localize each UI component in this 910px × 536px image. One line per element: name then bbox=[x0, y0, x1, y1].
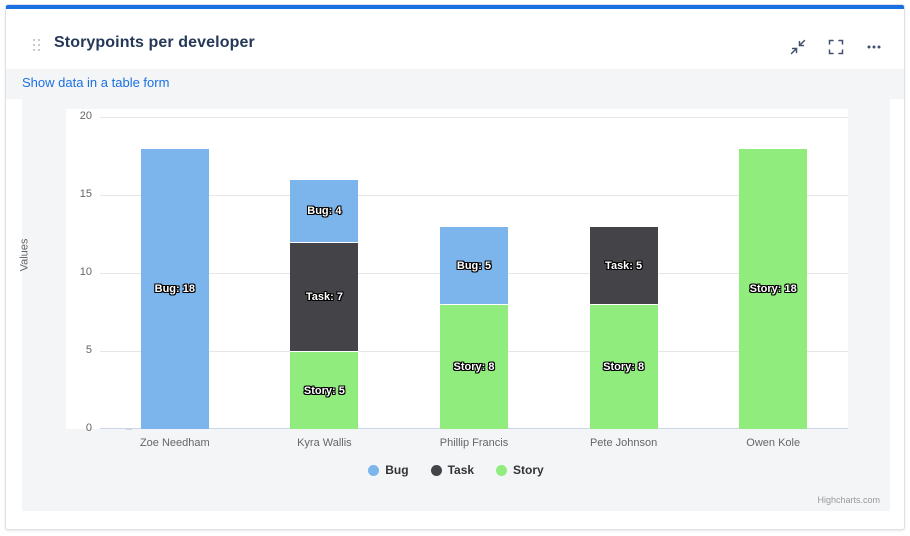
bar-segment[interactable]: Task: 5 bbox=[589, 226, 658, 305]
legend-label: Bug bbox=[385, 463, 409, 477]
legend-marker-icon bbox=[430, 464, 442, 476]
bar-column: Story: 8 Bug: 5 bbox=[440, 117, 508, 429]
show-data-table-link[interactable]: Show data in a table form bbox=[22, 75, 169, 90]
y-axis-tick-label: 20 bbox=[79, 110, 92, 122]
x-axis-label: Pete Johnson bbox=[589, 437, 658, 449]
table-link-bar: Show data in a table form bbox=[6, 69, 904, 99]
y-axis-tick-label: 10 bbox=[79, 266, 92, 278]
highcharts-credits[interactable]: Highcharts.com bbox=[817, 495, 880, 505]
y-axis-ticks: 0 5 10 15 20 bbox=[56, 110, 132, 434]
plot-area: Bug: 18 Story: 5 Task: 7 Bug: 4 Story: 8 Bug:… bbox=[100, 117, 848, 429]
bar-column: Story: 18 bbox=[739, 117, 808, 429]
bar-segment[interactable]: Story: 8 bbox=[440, 304, 508, 429]
chart-card: Storypoints per developer Show data in a… bbox=[5, 4, 905, 530]
x-axis-label: Owen Kole bbox=[746, 437, 801, 449]
x-axis-label: Phillip Francis bbox=[439, 437, 509, 449]
chart-legend: Bug Task Story bbox=[22, 463, 890, 477]
bar-segment[interactable]: Bug: 4 bbox=[290, 179, 359, 242]
more-options-icon[interactable] bbox=[860, 33, 888, 61]
y-axis-tick-mark bbox=[126, 429, 132, 430]
bar-data-label: Story: 8 bbox=[453, 361, 495, 374]
bar-data-label: Bug: 18 bbox=[154, 283, 195, 296]
legend-label: Story bbox=[513, 463, 544, 477]
x-axis-label: Zoe Needham bbox=[139, 437, 210, 449]
legend-label: Task bbox=[447, 463, 475, 477]
drag-dots-icon[interactable] bbox=[33, 39, 41, 52]
bar-data-label: Story: 8 bbox=[603, 361, 645, 374]
bar-column: Bug: 18 bbox=[140, 117, 209, 429]
bar-segment[interactable]: Story: 8 bbox=[589, 304, 658, 429]
legend-item[interactable]: Bug bbox=[368, 463, 409, 477]
bar-column: Story: 8 Task: 5 bbox=[589, 117, 658, 429]
chart-container: Values 0 5 10 15 20 Bug: 18 Story: 5 Task: 7 Bu… bbox=[18, 99, 890, 511]
bar-segment[interactable]: Story: 18 bbox=[739, 148, 808, 429]
bar-segment[interactable]: Bug: 5 bbox=[440, 226, 508, 305]
header-actions bbox=[784, 33, 888, 61]
y-axis-title: Values bbox=[18, 238, 31, 272]
bar-data-label: Task: 5 bbox=[605, 259, 643, 272]
fullscreen-icon[interactable] bbox=[822, 33, 850, 61]
y-axis-tick-label: 15 bbox=[79, 188, 92, 200]
bar-data-label: Bug: 4 bbox=[307, 205, 342, 218]
bar-segment[interactable]: Bug: 18 bbox=[140, 148, 209, 429]
legend-marker-icon bbox=[368, 464, 380, 476]
bar-data-label: Story: 5 bbox=[303, 384, 345, 397]
legend-marker-icon bbox=[496, 464, 508, 476]
bar-data-label: Task: 7 bbox=[305, 290, 343, 303]
page-title: Storypoints per developer bbox=[54, 34, 255, 51]
y-axis-tick-label: 0 bbox=[85, 422, 92, 434]
bar-data-label: Bug: 5 bbox=[456, 259, 492, 272]
legend-item[interactable]: Task bbox=[430, 463, 475, 477]
bar-segment[interactable]: Task: 7 bbox=[290, 241, 359, 351]
legend-item[interactable]: Story bbox=[496, 463, 544, 477]
y-axis-tick-label: 5 bbox=[85, 344, 92, 356]
x-axis-label: Kyra Wallis bbox=[297, 437, 352, 449]
card-header: Storypoints per developer bbox=[6, 9, 904, 69]
collapse-icon[interactable] bbox=[784, 33, 812, 61]
bar-data-label: Story: 18 bbox=[749, 283, 797, 296]
bar-column: Story: 5 Task: 7 Bug: 4 bbox=[290, 117, 359, 429]
bar-segment[interactable]: Story: 5 bbox=[290, 351, 359, 429]
